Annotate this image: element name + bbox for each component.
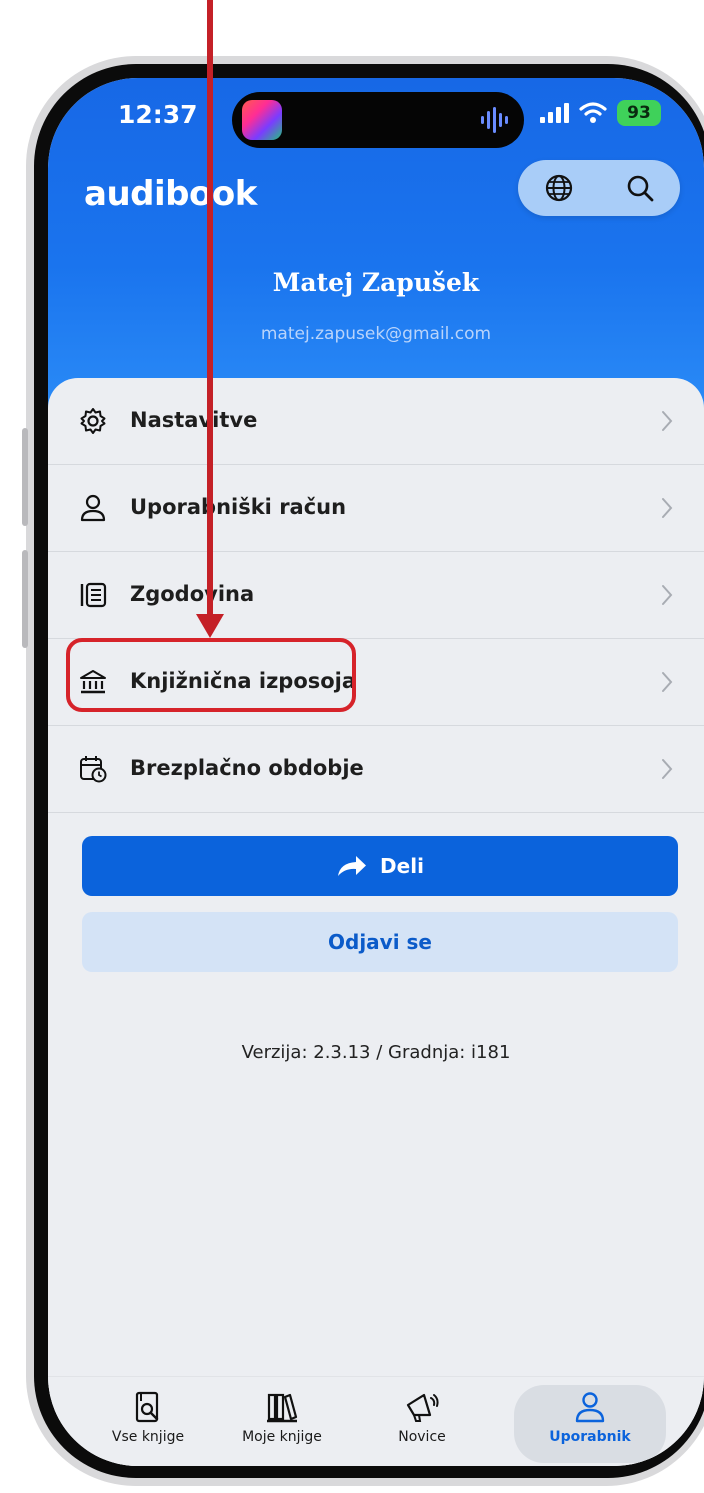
dynamic-island bbox=[232, 92, 524, 148]
menu-item-label: Nastavitve bbox=[130, 408, 258, 432]
volume-down-button bbox=[22, 550, 28, 648]
tab-my-books[interactable]: Moje knjige bbox=[222, 1385, 342, 1463]
annotation-highlight-box bbox=[66, 638, 356, 712]
annotation-arrow-head bbox=[196, 614, 224, 638]
tab-label: Uporabnik bbox=[549, 1429, 631, 1445]
chevron-right-icon bbox=[662, 498, 673, 518]
calendar-clock-icon bbox=[80, 756, 107, 783]
share-button-label: Deli bbox=[380, 854, 424, 878]
menu-item-history[interactable]: Zgodovina bbox=[48, 552, 704, 639]
signal-icon bbox=[540, 103, 569, 123]
profile-header: 12:37 93 audibook Matej Zapušek matej.za… bbox=[48, 78, 704, 418]
chevron-right-icon bbox=[662, 411, 673, 431]
search-icon[interactable] bbox=[625, 173, 655, 203]
menu-item-free-trial[interactable]: Brezplačno obdobje bbox=[48, 726, 704, 813]
tab-all-books[interactable]: Vse knjige bbox=[88, 1385, 208, 1463]
tab-user[interactable]: Uporabnik bbox=[514, 1385, 666, 1463]
menu-item-label: Uporabniški račun bbox=[130, 495, 347, 519]
status-indicators: 93 bbox=[540, 100, 661, 126]
tab-label: Vse knjige bbox=[111, 1429, 185, 1445]
tab-label: Moje knjige bbox=[242, 1429, 322, 1445]
share-arrow-icon bbox=[338, 856, 367, 876]
share-button[interactable]: Deli bbox=[82, 836, 678, 896]
book-search-icon bbox=[135, 1391, 159, 1423]
chevron-right-icon bbox=[662, 672, 673, 692]
profile-content: Nastavitve Uporabniški račun Zgodovina K… bbox=[48, 378, 704, 1466]
app-logo: audibook bbox=[84, 174, 257, 214]
user-icon bbox=[80, 494, 106, 522]
menu-item-settings[interactable]: Nastavitve bbox=[48, 378, 704, 465]
globe-icon[interactable] bbox=[544, 173, 574, 203]
version-text: Verzija: 2.3.13 / Gradnja: i181 bbox=[241, 1042, 511, 1063]
user-icon bbox=[575, 1392, 605, 1423]
chevron-right-icon bbox=[662, 585, 673, 605]
chevron-right-icon bbox=[662, 759, 673, 779]
logout-button[interactable]: Odjavi se bbox=[82, 912, 678, 972]
annotation-arrow-line bbox=[207, 0, 213, 626]
profile-menu: Nastavitve Uporabniški račun Zgodovina K… bbox=[48, 378, 704, 813]
user-name: Matej Zapušek bbox=[272, 268, 480, 297]
volume-up-button bbox=[22, 428, 28, 526]
menu-item-user-account[interactable]: Uporabniški račun bbox=[48, 465, 704, 552]
app-screen: 12:37 93 audibook Matej Zapušek matej.za… bbox=[48, 78, 704, 1466]
now-playing-app-icon[interactable] bbox=[242, 100, 282, 140]
gear-icon bbox=[80, 408, 106, 434]
menu-item-label: Brezplačno obdobje bbox=[130, 756, 364, 780]
bottom-tab-bar: Vse knjige Moje knjige Novice Uporabnik bbox=[48, 1376, 704, 1466]
bookshelf-icon bbox=[267, 1393, 298, 1423]
menu-item-label: Zgodovina bbox=[130, 582, 255, 606]
tab-label: Novice bbox=[398, 1429, 446, 1445]
wifi-icon bbox=[579, 102, 607, 123]
logout-button-label: Odjavi se bbox=[328, 930, 432, 954]
tab-news[interactable]: Novice bbox=[362, 1385, 482, 1463]
status-time: 12:37 bbox=[118, 100, 198, 129]
header-actions bbox=[518, 160, 680, 216]
history-list-icon bbox=[80, 582, 107, 608]
battery-indicator: 93 bbox=[617, 100, 661, 126]
megaphone-icon bbox=[406, 1393, 439, 1422]
user-email: matej.zapusek@gmail.com bbox=[260, 324, 492, 344]
audio-wave-icon bbox=[481, 106, 508, 134]
